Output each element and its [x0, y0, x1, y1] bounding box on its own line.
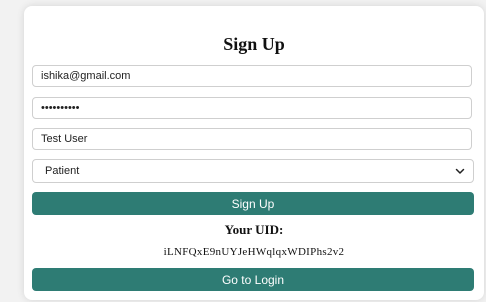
chevron-down-icon	[455, 168, 465, 174]
email-field[interactable]	[32, 65, 472, 87]
uid-value: iLNFQxE9nUYJeHWqlqxWDIPhs2v2	[163, 246, 345, 258]
signup-button[interactable]: Sign Up	[32, 192, 474, 215]
signup-card: Sign Up Patient Sign Up Your UID: iLNFQx…	[24, 6, 484, 300]
role-select-value: Patient	[45, 165, 80, 177]
uid-label: Your UID:	[224, 222, 284, 237]
role-select[interactable]: Patient	[32, 159, 474, 183]
password-field[interactable]	[32, 97, 472, 119]
page-title: Sign Up	[223, 34, 285, 54]
go-to-login-button[interactable]: Go to Login	[32, 268, 474, 291]
name-field[interactable]	[32, 128, 472, 150]
